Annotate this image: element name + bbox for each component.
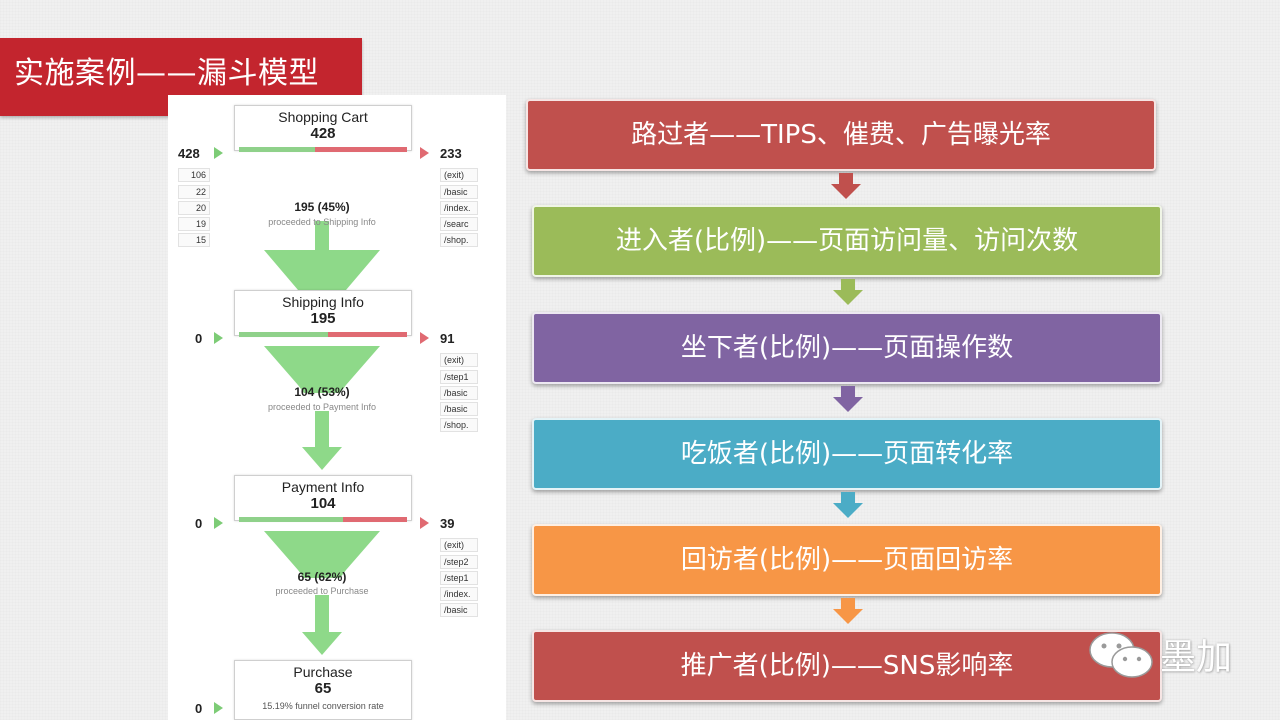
flow-step-label: 路过者——TIPS、催费、广告曝光率	[631, 120, 1051, 150]
entrance-cell: 19	[178, 217, 210, 231]
stage-bar-green	[239, 147, 315, 152]
exit-cell: (exit)	[440, 168, 478, 182]
transition-count: 104 (53%)	[294, 385, 350, 399]
funnel-arrow	[302, 595, 342, 655]
exit-cell: /index.	[440, 201, 478, 215]
flow-step-label: 吃饭者(比例)——页面转化率	[680, 439, 1014, 469]
exit-cell: /shop.	[440, 233, 478, 247]
stage-name: Purchase	[293, 664, 353, 680]
exit-arrow-icon	[420, 517, 429, 529]
conversion-rate-note: 15.19% funnel conversion rate	[262, 701, 384, 711]
stage-bar-red	[328, 332, 407, 337]
stage-exit-count: 91	[440, 331, 455, 346]
down-arrow-icon	[833, 598, 863, 624]
funnel-stage-payment-info: Payment Info 104	[234, 475, 412, 522]
exit-cell: /step2	[440, 555, 478, 569]
flow-step-sitter: 坐下者(比例)——页面操作数	[532, 312, 1162, 384]
flow-step-label: 进入者(比例)——页面访问量、访问次数	[615, 226, 1079, 256]
stage-entrance-count: 0	[195, 701, 203, 716]
stage-bar-green	[239, 517, 344, 522]
transition-count: 65 (62%)	[297, 570, 347, 584]
exit-cell: /basic	[440, 402, 478, 416]
stage-count: 65	[314, 680, 332, 697]
flow-step-returner: 回访者(比例)——页面回访率	[532, 524, 1162, 596]
flow-step-promoter: 推广者(比例)——SNS影响率	[532, 630, 1162, 702]
exit-cell: /basic	[440, 185, 478, 199]
entrance-cell: 15	[178, 233, 210, 247]
page-title: 实施案例——漏斗模型	[14, 56, 319, 91]
down-arrow-icon	[833, 386, 863, 412]
entrance-arrow-icon	[214, 517, 223, 529]
exit-cell: /step1	[440, 370, 478, 384]
exit-cell: (exit)	[440, 538, 478, 552]
entrance-cell: 106	[178, 168, 210, 182]
entrance-arrow-icon	[214, 702, 223, 714]
funnel-panel: Shopping Cart 428 428 233 106 22 20 19 1…	[168, 95, 506, 720]
down-arrow-icon	[833, 492, 863, 518]
stage-name: Payment Info	[281, 479, 365, 495]
flow-step-diner: 吃饭者(比例)——页面转化率	[532, 418, 1162, 490]
funnel-stage-purchase: Purchase 65 15.19% funnel conversion rat…	[234, 660, 412, 720]
entrance-arrow-icon	[214, 147, 223, 159]
flow-step-label: 推广者(比例)——SNS影响率	[680, 651, 1014, 681]
flow-step-visitor: 进入者(比例)——页面访问量、访问次数	[532, 205, 1162, 277]
transition-label: proceeded to Payment Info	[267, 402, 377, 412]
funnel-arrow	[302, 411, 342, 470]
funnel-stage-shipping-info: Shipping Info 195	[234, 290, 412, 337]
transition-count: 195 (45%)	[294, 200, 350, 214]
flow-step-label: 回访者(比例)——页面回访率	[680, 545, 1014, 575]
stage-name: Shipping Info	[282, 294, 364, 310]
exit-cell: /index.	[440, 587, 478, 601]
flow-step-label: 坐下者(比例)——页面操作数	[680, 333, 1014, 363]
stage-count: 428	[310, 125, 336, 142]
down-arrow-icon	[833, 279, 863, 305]
stage-bar-red	[343, 517, 407, 522]
stage-name: Shopping Cart	[278, 109, 368, 125]
stage-bar-green	[239, 332, 329, 337]
exit-arrow-icon	[420, 147, 429, 159]
stage-entrance-count: 0	[195, 331, 203, 346]
exit-cell: /searc	[440, 217, 478, 231]
stage-count: 104	[310, 495, 336, 512]
stage-count: 195	[310, 310, 336, 327]
entrance-cell: 20	[178, 201, 210, 215]
exit-arrow-icon	[420, 332, 429, 344]
stage-bar-red	[314, 147, 407, 152]
exit-cell: (exit)	[440, 353, 478, 367]
stage-entrance-count: 428	[178, 146, 200, 161]
wechat-icon	[1089, 632, 1153, 678]
stage-exit-count: 39	[440, 516, 455, 531]
stage-bar	[239, 517, 407, 522]
down-arrow-icon	[831, 173, 861, 199]
transition-label: proceeded to Shipping Info	[268, 217, 376, 227]
exit-cell: /step1	[440, 571, 478, 585]
funnel-stage-shopping-cart: Shopping Cart 428	[234, 105, 412, 152]
entrance-arrow-icon	[214, 332, 223, 344]
exit-cell: /shop.	[440, 418, 478, 432]
stage-bar	[239, 332, 407, 337]
stage-entrance-count: 0	[195, 516, 203, 531]
funnel-arrow	[315, 226, 329, 250]
stage-exit-count: 233	[440, 146, 462, 161]
flow-step-passerby: 路过者——TIPS、催费、广告曝光率	[526, 99, 1156, 171]
transition-label: proceeded to Purchase	[275, 586, 369, 596]
exit-cell: /basic	[440, 603, 478, 617]
entrance-cell: 22	[178, 185, 210, 199]
stage-bar	[239, 147, 407, 152]
watermark-text: 墨加	[1160, 637, 1233, 678]
exit-cell: /basic	[440, 386, 478, 400]
